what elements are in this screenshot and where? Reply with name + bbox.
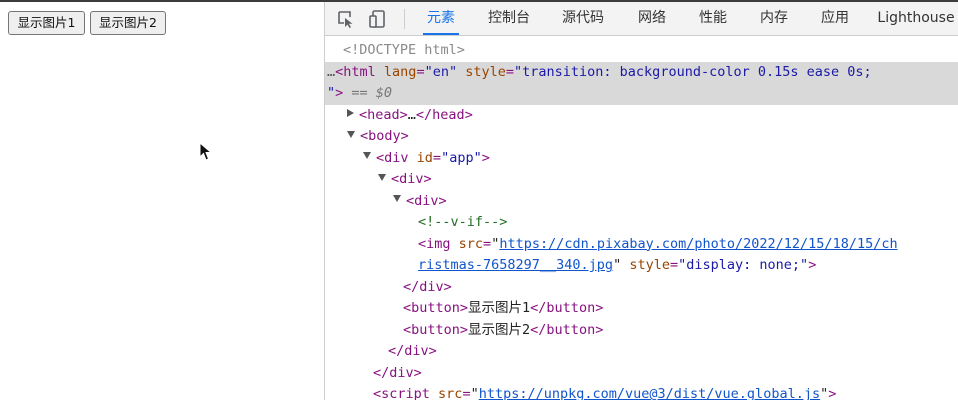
attr-style-value-end: ": [327, 85, 336, 101]
tag-img-open: <img: [418, 235, 451, 252]
tree-node-div-app-close[interactable]: </div>: [325, 363, 958, 385]
show-image-2-button[interactable]: 显示图片2: [90, 11, 166, 35]
tag-button-open: <button>: [403, 300, 469, 316]
tag-div-open: <div>: [406, 192, 447, 209]
tree-node-inner-div-close[interactable]: </div>: [325, 277, 958, 299]
tag-button-close: </button>: [530, 300, 604, 316]
tag-div-close: </div>: [403, 278, 452, 295]
script-src-link[interactable]: https://unpkg.com/vue@3/dist/vue.global.…: [479, 386, 820, 400]
tree-node-button-1[interactable]: <button>显示图片1</button>: [325, 298, 958, 320]
collapse-triangle-icon[interactable]: [363, 152, 371, 159]
button-2-text: 显示图片2: [468, 321, 531, 338]
tree-node-doctype[interactable]: <!DOCTYPE html>: [325, 40, 958, 62]
devtools-toolbar: 元素 控制台 源代码 网络 性能 内存 应用 Lighthouse: [325, 2, 958, 36]
tree-node-body[interactable]: <body>: [325, 126, 958, 148]
toolbar-separator: [404, 9, 405, 29]
tab-performance[interactable]: 性能: [695, 2, 731, 35]
doctype-text: <!DOCTYPE html>: [343, 42, 465, 58]
node-ellipsis: …: [327, 63, 336, 80]
tab-lighthouse[interactable]: Lighthouse: [876, 2, 956, 35]
tab-network[interactable]: 网络: [634, 2, 670, 35]
attr-style-value: "display: none;": [678, 257, 809, 273]
collapse-triangle-icon[interactable]: [378, 173, 386, 181]
tab-sources[interactable]: 源代码: [558, 2, 608, 35]
devtools-panel: 元素 控制台 源代码 网络 性能 内存 应用 Lighthouse <!DOCT…: [324, 2, 958, 400]
img-src-link-cont[interactable]: ristmas-7658297__340.jpg: [418, 257, 613, 273]
elements-tree: <!DOCTYPE html> …<html lang="en" style="…: [325, 36, 958, 400]
tab-console[interactable]: 控制台: [484, 2, 534, 35]
tag-close-bracket: >: [808, 257, 817, 273]
page-preview: 显示图片1 显示图片2: [0, 2, 324, 400]
attr-src: src: [458, 235, 484, 252]
tab-application[interactable]: 应用: [817, 2, 853, 35]
attr-style: style: [465, 63, 506, 80]
tag-html-close-bracket: >: [335, 85, 344, 101]
tree-node-head[interactable]: <head>…</head>: [325, 105, 958, 127]
tab-elements[interactable]: 元素: [423, 2, 459, 35]
tree-node-html-selected[interactable]: …<html lang="en" style="transition: back…: [325, 61, 958, 105]
tree-node-div[interactable]: <div>: [325, 169, 958, 191]
tree-node-div-app[interactable]: <div id="app">: [325, 148, 958, 170]
tag-button-open: <button>: [403, 321, 469, 338]
tag-div-open-start: <div: [376, 149, 409, 166]
attr-lang-value: "en": [424, 63, 458, 80]
tag-head-open: <head>: [359, 106, 408, 123]
inspect-element-icon[interactable]: [336, 9, 356, 29]
mouse-cursor-icon: [199, 142, 213, 161]
collapse-triangle-icon[interactable]: [347, 130, 355, 138]
head-ellipsis: …: [407, 106, 416, 123]
tag-html-open: <html: [335, 63, 376, 80]
attr-style-value: "transition: background-color 0.15s ease…: [514, 63, 872, 80]
tag-head-close: </head>: [415, 106, 473, 123]
attr-src: src: [438, 386, 463, 400]
img-src-link[interactable]: https://cdn.pixabay.com/photo/2022/12/15…: [499, 236, 897, 252]
tree-node-img[interactable]: <img src="https://cdn.pixabay.com/photo/…: [325, 234, 958, 277]
tag-body-open: <body>: [360, 128, 409, 144]
comment-v-if: <!--v-if-->: [418, 214, 508, 230]
attr-style: style: [629, 257, 670, 273]
tag-div-close: </div>: [388, 343, 437, 359]
tree-node-script[interactable]: <script src="https://unpkg.com/vue@3/dis…: [325, 384, 958, 400]
tag-close-bracket: >: [481, 149, 490, 166]
button-1-text: 显示图片1: [468, 300, 531, 316]
attr-id-value: "app": [441, 149, 482, 166]
tab-memory[interactable]: 内存: [756, 2, 792, 35]
tag-div-close: </div>: [373, 364, 422, 381]
expand-triangle-icon[interactable]: [347, 108, 354, 117]
tag-button-close: </button>: [530, 321, 604, 338]
show-image-1-button[interactable]: 显示图片1: [8, 11, 85, 35]
tree-node-inner-div[interactable]: <div>: [325, 191, 958, 213]
device-toolbar-icon[interactable]: [368, 9, 388, 29]
tree-node-div-close[interactable]: </div>: [325, 341, 958, 363]
tag-script-open: <script: [373, 386, 430, 400]
selected-node-marker: == $0: [351, 85, 393, 101]
tag-close-bracket: >: [828, 386, 837, 400]
attr-lang: lang: [383, 63, 417, 80]
collapse-triangle-icon[interactable]: [393, 195, 401, 202]
tree-node-button-2[interactable]: <button>显示图片2</button>: [325, 320, 958, 342]
attr-id: id: [416, 149, 433, 166]
tag-div-open: <div>: [391, 171, 432, 187]
tree-node-comment[interactable]: <!--v-if-->: [325, 212, 958, 234]
